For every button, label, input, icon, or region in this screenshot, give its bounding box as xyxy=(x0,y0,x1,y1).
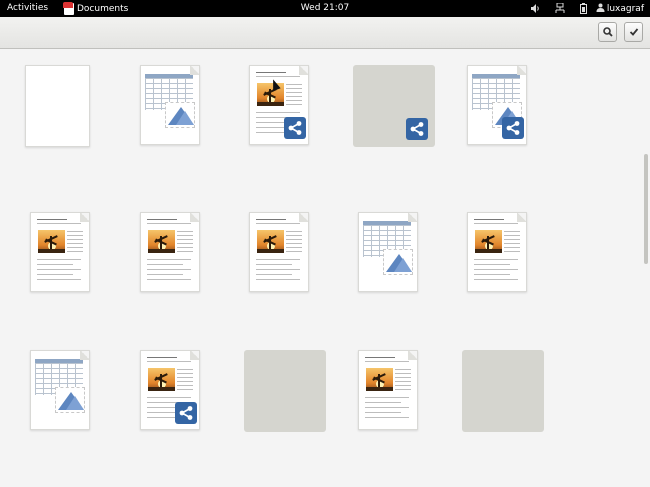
document-thumbnail[interactable] xyxy=(0,49,110,147)
selection-mode-button[interactable] xyxy=(624,22,643,42)
document-item[interactable] xyxy=(110,49,220,179)
blank-document-icon xyxy=(25,65,90,147)
text-document-icon xyxy=(467,212,527,292)
collection-icon xyxy=(244,350,326,432)
text-document-icon xyxy=(30,212,90,292)
text-document-icon xyxy=(249,212,309,292)
document-thumbnail[interactable] xyxy=(437,49,547,145)
document-item[interactable] xyxy=(328,196,438,326)
document-item[interactable] xyxy=(0,334,110,464)
document-thumbnail[interactable] xyxy=(110,334,220,430)
shared-icon xyxy=(284,117,306,139)
document-item[interactable] xyxy=(0,196,110,326)
collection-icon xyxy=(462,350,544,432)
spreadsheet-icon xyxy=(358,212,418,292)
document-thumbnail[interactable] xyxy=(219,334,329,432)
document-thumbnail[interactable] xyxy=(328,334,438,430)
user-icon xyxy=(596,3,605,14)
spreadsheet-icon xyxy=(140,65,200,145)
document-thumbnail[interactable] xyxy=(328,196,438,292)
documents-grid[interactable] xyxy=(0,49,650,487)
volume-icon[interactable] xyxy=(524,0,548,17)
search-icon xyxy=(602,27,613,37)
document-item[interactable] xyxy=(110,334,220,464)
header-bar xyxy=(0,17,650,49)
document-item[interactable] xyxy=(328,49,438,179)
document-item[interactable] xyxy=(437,49,547,179)
document-thumbnail[interactable] xyxy=(437,196,547,292)
battery-icon[interactable] xyxy=(572,0,596,17)
shared-icon xyxy=(406,118,428,140)
top-bar: Activities Documents Wed 21:07 luxagraf xyxy=(0,0,650,17)
user-menu[interactable]: luxagraf xyxy=(596,3,650,14)
document-item[interactable] xyxy=(219,49,329,179)
document-thumbnail[interactable] xyxy=(110,49,220,145)
search-button[interactable] xyxy=(598,22,617,42)
document-item[interactable] xyxy=(437,196,547,326)
text-document-icon xyxy=(140,212,200,292)
document-thumbnail[interactable] xyxy=(110,196,220,292)
document-item[interactable] xyxy=(328,334,438,464)
document-thumbnail[interactable] xyxy=(437,334,547,432)
shared-icon xyxy=(175,402,197,424)
document-item[interactable] xyxy=(219,334,329,464)
shared-icon xyxy=(502,117,524,139)
text-document-icon xyxy=(358,350,418,430)
document-thumbnail[interactable] xyxy=(0,196,110,292)
username: luxagraf xyxy=(606,3,644,14)
document-item[interactable] xyxy=(110,196,220,326)
scrollbar[interactable] xyxy=(644,154,648,264)
document-thumbnail[interactable] xyxy=(219,49,329,145)
document-thumbnail[interactable] xyxy=(219,196,329,292)
document-item[interactable] xyxy=(437,334,547,464)
document-thumbnail[interactable] xyxy=(328,49,438,147)
document-item[interactable] xyxy=(0,49,110,179)
document-item[interactable] xyxy=(219,196,329,326)
spreadsheet-icon xyxy=(30,350,90,430)
network-icon[interactable] xyxy=(548,0,572,17)
checkmark-icon xyxy=(629,28,638,36)
document-thumbnail[interactable] xyxy=(0,334,110,430)
